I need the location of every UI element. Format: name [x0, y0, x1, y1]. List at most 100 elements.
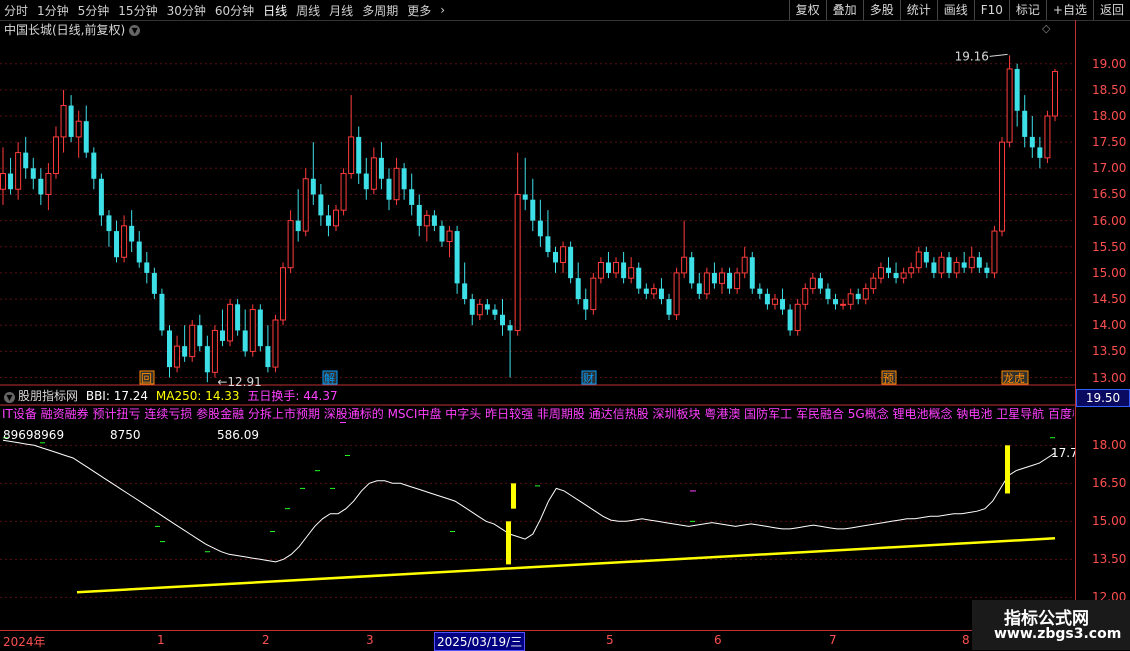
candle-body-down: [545, 236, 551, 252]
candle-body-up: [771, 298, 778, 305]
toolbar-action-button[interactable]: F10: [973, 0, 1009, 20]
candle-body-up: [393, 167, 400, 201]
candle-body-down: [91, 152, 97, 179]
candle-body-down: [530, 199, 536, 221]
price-tick-label: 16.00: [1092, 213, 1127, 228]
candle-body-up: [718, 272, 725, 284]
date-tick-label: 1: [157, 633, 165, 647]
period-tab[interactable]: 多周期: [362, 2, 398, 19]
candle-body-down: [235, 304, 241, 331]
event-marker: 龙虎: [1003, 372, 1025, 385]
period-tab[interactable]: 5分钟: [78, 2, 110, 19]
ma250-value: MA250: 14.33: [155, 389, 240, 403]
candle-body-up: [991, 230, 998, 274]
candle-body-down: [537, 220, 543, 237]
candle-body-down: [159, 293, 165, 331]
candle-body-up: [514, 193, 521, 331]
watermark: 指标公式网 www.zbgs3.com: [972, 600, 1130, 650]
candle-body-down: [923, 252, 929, 263]
candle-body-up: [302, 178, 309, 232]
candle-body-up: [1044, 115, 1051, 159]
toolbar-action-button[interactable]: 标记: [1008, 0, 1046, 20]
date-tick-label: 2: [262, 633, 270, 647]
candle-body-down: [658, 288, 664, 300]
high-price-label: 19.16: [955, 49, 989, 63]
candle-body-up: [446, 230, 453, 243]
candle-body-down: [378, 157, 384, 179]
indicator-tick-label: 18.00: [1092, 438, 1127, 453]
period-tab[interactable]: 日线: [263, 2, 287, 19]
date-axis: 2025/03/19/三 2024年 1 2 3 5 6 7 8: [0, 630, 1075, 651]
toolbar-action-button[interactable]: 多股: [862, 0, 900, 20]
period-tab[interactable]: 15分钟: [118, 2, 157, 19]
candle-body-down: [469, 299, 475, 315]
event-marker: 财: [583, 371, 594, 385]
period-tab[interactable]: 30分钟: [167, 2, 206, 19]
candle-body-up: [968, 256, 975, 269]
candle-body-down: [507, 325, 513, 331]
candle-body-down: [98, 178, 104, 216]
candle-body-down: [386, 178, 392, 200]
candle-body-up: [75, 120, 82, 138]
candle-body-up: [52, 136, 59, 175]
toolbar-action-button[interactable]: +自选: [1045, 0, 1093, 20]
candle-body-down: [696, 283, 702, 294]
candle-body-up: [560, 246, 567, 263]
candlestick-chart[interactable]: 19.16←12.91回解财预龙虎17.7: [0, 20, 1075, 630]
period-tab[interactable]: 分时: [4, 2, 28, 19]
candle-body-up: [249, 309, 256, 352]
candle-body-down: [295, 220, 301, 232]
candle-body-up: [333, 209, 340, 227]
date-tick-label: 3: [366, 633, 374, 647]
candle-body-up: [999, 141, 1006, 232]
concept-tags: IT设备 融资融券 预计扭亏 连续亏损 参股金融 分拆上市预期 深股通标的 MS…: [2, 407, 1074, 421]
candle-body-down: [931, 262, 937, 273]
candle-body-up: [847, 293, 854, 305]
candle-body-down: [318, 194, 324, 216]
period-tab[interactable]: 周线: [296, 2, 320, 19]
candle-body-up: [1006, 68, 1013, 143]
chevron-right-icon[interactable]: ›: [440, 3, 445, 17]
turnover-value: 五日换手: 44.37: [247, 389, 338, 403]
candle-body-down: [666, 299, 672, 315]
candle-body-down: [605, 262, 611, 273]
candle-body-down: [310, 178, 316, 195]
period-tab[interactable]: 更多: [407, 2, 431, 19]
period-tab[interactable]: 月线: [329, 2, 353, 19]
candle-body-down: [257, 309, 263, 347]
candle-body-down: [219, 330, 225, 341]
event-marker: 回: [141, 372, 152, 385]
candle-body-up: [741, 256, 748, 274]
candle-body-down: [689, 257, 695, 284]
candle-body-down: [1029, 136, 1035, 148]
price-tick-label: 15.50: [1092, 239, 1127, 254]
period-tab[interactable]: 1分钟: [37, 2, 69, 19]
indicator-tick-label: 15.00: [1092, 514, 1127, 529]
toolbar-action-button[interactable]: 返回: [1092, 0, 1130, 20]
candle-body-down: [552, 252, 558, 263]
candle-body-up: [476, 303, 483, 316]
candle-body-up: [862, 288, 869, 300]
candle-body-down: [711, 272, 717, 284]
toolbar-action-button[interactable]: 统计: [899, 0, 937, 20]
candle-body-down: [182, 346, 188, 357]
period-tabs: 分时 1分钟 5分钟 15分钟 30分钟 60分钟 日线 周线 月线 多周期 更多 ›: [4, 0, 454, 20]
candle-body-up: [60, 105, 67, 138]
candle-body-up: [423, 214, 430, 227]
candle-body-down: [522, 194, 528, 200]
candle-body-down: [946, 257, 952, 273]
candle-body-down: [787, 309, 793, 331]
candle-body-down: [643, 288, 649, 294]
high-arrow: [989, 53, 1008, 57]
toolbar-action-button[interactable]: 叠加: [825, 0, 863, 20]
candle-body-down: [129, 225, 135, 242]
toolbar-action-button[interactable]: 复权: [788, 0, 826, 20]
candle-body-up: [809, 277, 816, 290]
candle-body-down: [136, 241, 142, 263]
candle-body-up: [0, 173, 6, 190]
value-1: 89698969: [3, 428, 65, 442]
toolbar-action-button[interactable]: 画线: [936, 0, 974, 20]
period-tab[interactable]: 60分钟: [215, 2, 254, 19]
action-buttons: 复权 叠加 多股 统计 画线 F10 标记 +自选 返回: [788, 0, 1130, 20]
chevron-down-icon[interactable]: ▼: [4, 392, 15, 403]
